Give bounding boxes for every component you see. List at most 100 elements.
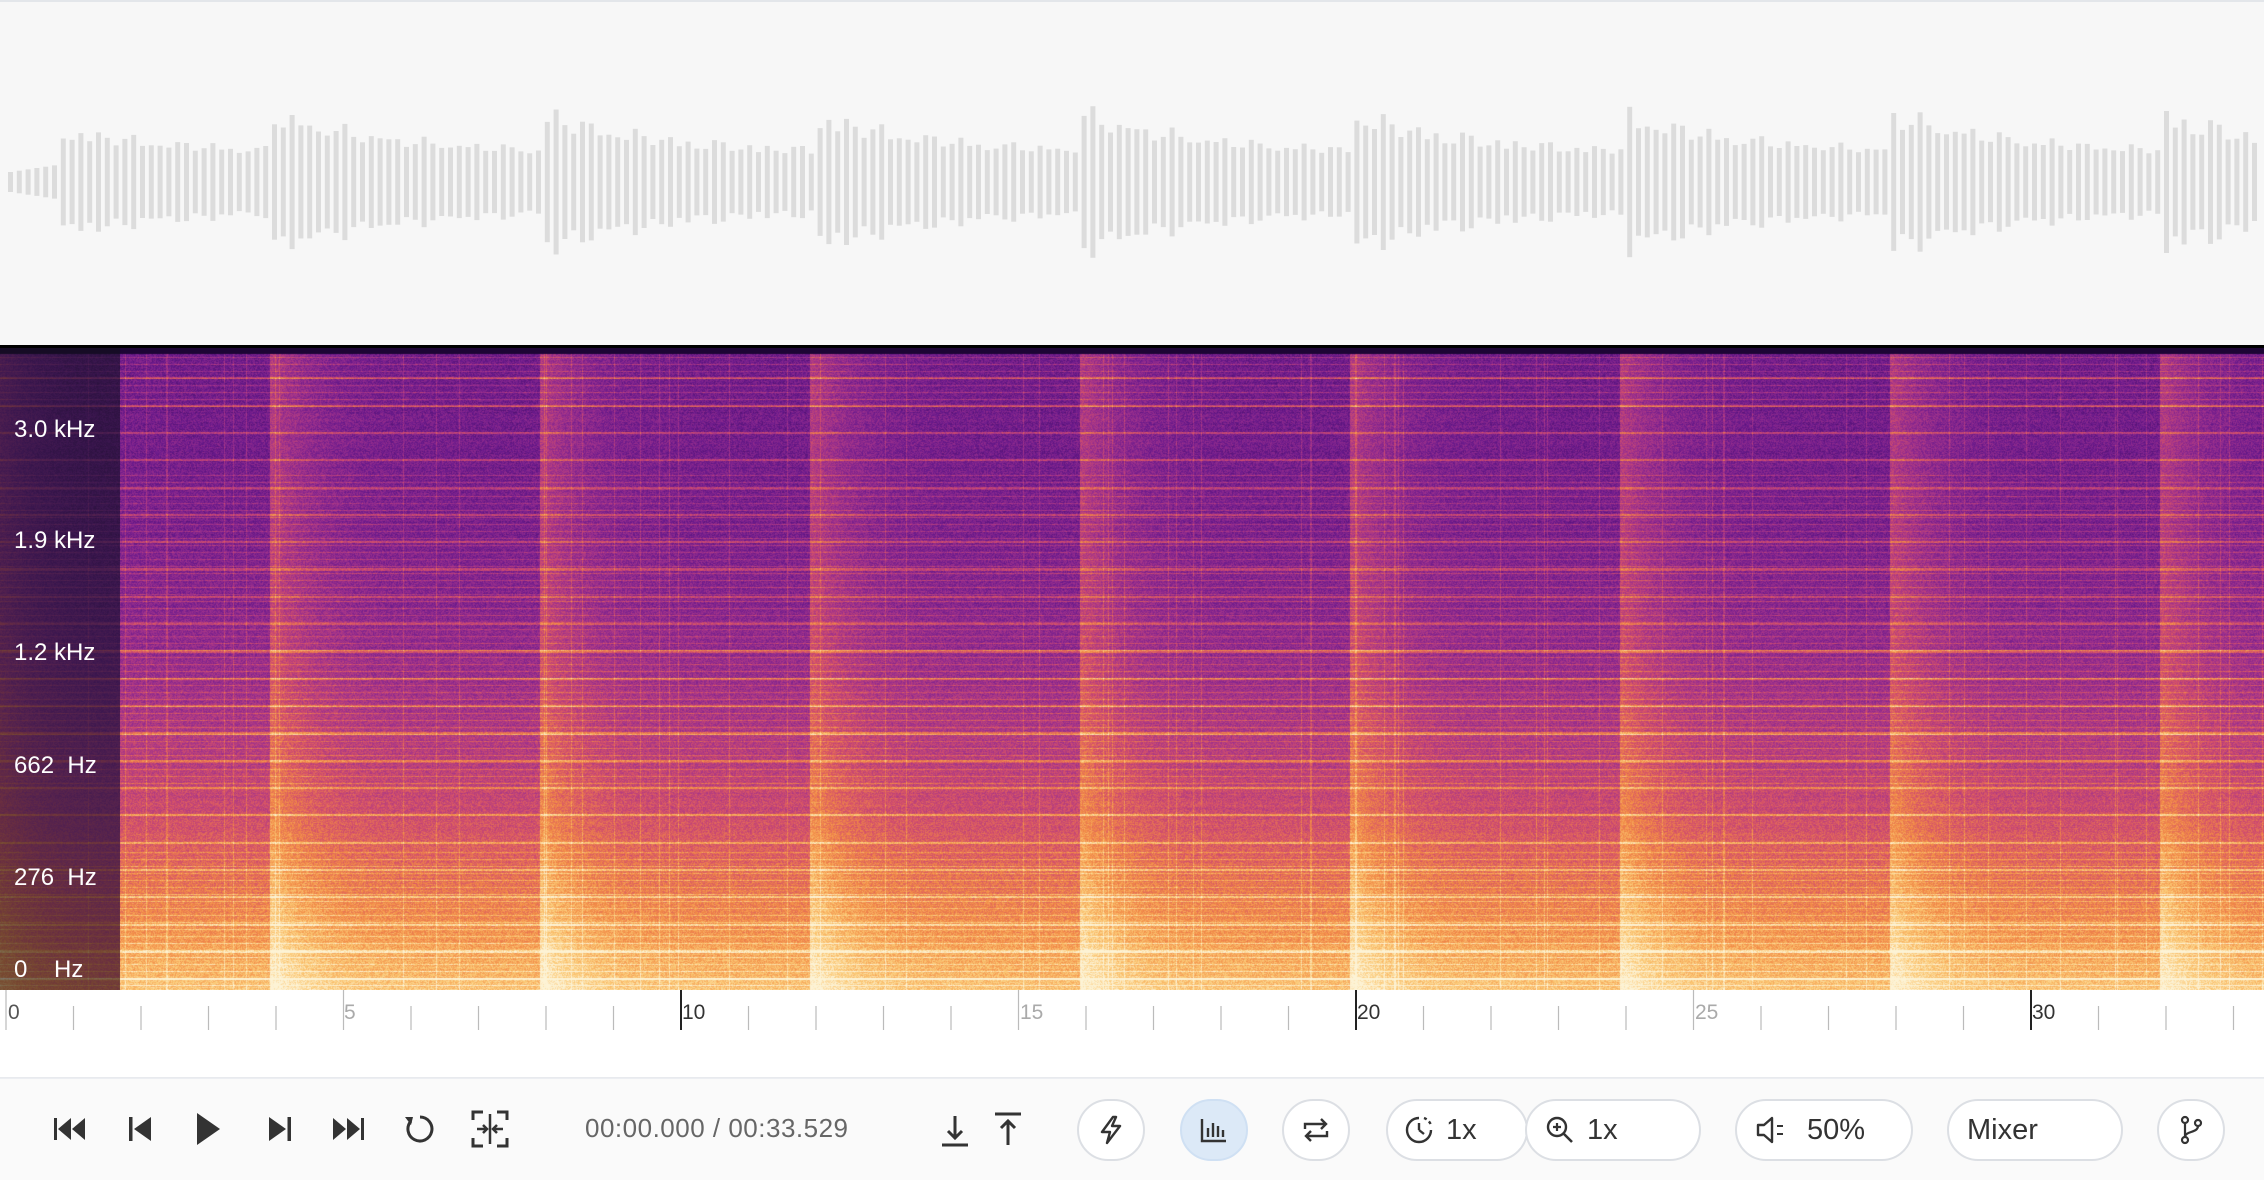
waveform-bar xyxy=(1803,145,1809,219)
waveform-bar xyxy=(1011,142,1017,222)
waveform-bar xyxy=(861,137,867,227)
waveform-bar xyxy=(1750,138,1756,226)
git-branch-icon xyxy=(2180,1115,2203,1145)
waveform-bar xyxy=(984,150,990,214)
waveform-bar xyxy=(1662,133,1668,231)
waveform-bar xyxy=(1319,152,1325,212)
waveform-bar xyxy=(104,137,110,227)
waveform-bar xyxy=(1706,128,1712,236)
loop-button[interactable] xyxy=(398,1107,442,1151)
waveform-bar xyxy=(1618,149,1624,215)
freq-label-662: 662 Hz xyxy=(14,752,97,779)
waveform-bar xyxy=(2208,120,2213,244)
waveform-bar xyxy=(1442,143,1448,221)
skip-to-end-button[interactable] xyxy=(326,1109,370,1149)
waveform-bar xyxy=(571,133,577,231)
download-button[interactable] xyxy=(935,1109,975,1153)
waveform-bar xyxy=(2155,150,2161,214)
previous-icon xyxy=(129,1117,151,1141)
waveform-bar xyxy=(166,147,172,217)
waveform-bar xyxy=(1847,149,1853,215)
spectrogram-toggle-button[interactable] xyxy=(1180,1099,1248,1161)
next-button[interactable] xyxy=(260,1109,300,1149)
waveform-panel[interactable] xyxy=(0,0,2264,345)
waveform-bar xyxy=(676,146,682,218)
waveform-bar xyxy=(1099,124,1105,240)
waveform-bar xyxy=(1143,129,1149,235)
waveform-bar xyxy=(1275,150,1281,214)
skip-to-start-icon xyxy=(54,1118,85,1140)
timeline-ruler[interactable]: 0 5 10 15 20 25 30 xyxy=(0,990,2264,1078)
play-button[interactable] xyxy=(188,1105,228,1153)
waveform-bar xyxy=(1486,145,1492,219)
waveform-bar xyxy=(386,139,392,225)
skip-to-start-button[interactable] xyxy=(48,1109,92,1149)
waveform-bar xyxy=(738,149,744,215)
waveform-bar xyxy=(1776,148,1782,216)
waveform-bar xyxy=(1213,142,1219,222)
branch-button[interactable] xyxy=(2157,1099,2225,1161)
waveform-bar xyxy=(1856,152,1861,212)
waveform-bar xyxy=(236,152,242,212)
waveform-bar xyxy=(800,146,805,219)
waveform-bar xyxy=(1468,135,1474,229)
waveform-bar xyxy=(324,135,330,229)
waveform-bar xyxy=(1838,142,1844,222)
waveform-bar xyxy=(773,150,779,214)
download-icon xyxy=(942,1116,968,1147)
fit-to-view-button[interactable] xyxy=(468,1107,512,1151)
flash-button[interactable] xyxy=(1077,1099,1145,1161)
waveform-bar xyxy=(1125,128,1131,236)
waveform-bar xyxy=(1548,142,1553,222)
waveform-bar xyxy=(500,144,506,220)
waveform-bar xyxy=(1002,144,1008,220)
waveform-bar xyxy=(2111,150,2117,214)
waveform-bar xyxy=(958,137,964,227)
repeat-button[interactable] xyxy=(1282,1099,1350,1161)
waveform-bar xyxy=(2181,119,2187,245)
waveform-bar xyxy=(1644,126,1650,238)
waveform-bar xyxy=(1187,142,1193,222)
waveform-bar xyxy=(465,147,471,217)
waveform-bar xyxy=(976,144,981,220)
waveform-bar xyxy=(1926,125,1932,239)
waveform-bar xyxy=(1451,143,1457,221)
waveform-bar xyxy=(16,170,22,194)
waveform-bar xyxy=(1028,151,1034,213)
waveform-bar xyxy=(2164,111,2169,253)
waveform-bar xyxy=(69,139,75,225)
spectrogram-canvas[interactable] xyxy=(0,348,2264,990)
bar-chart-icon xyxy=(1200,1119,1226,1143)
waveform-bar xyxy=(333,131,339,233)
waveform-bar xyxy=(412,144,418,220)
waveform-graphic[interactable] xyxy=(0,2,2264,345)
waveform-bar xyxy=(1372,129,1377,235)
waveform-bar xyxy=(1944,134,1949,230)
playback-speed-select[interactable]: 1x xyxy=(1386,1099,1528,1161)
waveform-bar xyxy=(228,148,233,216)
waveform-bar xyxy=(712,140,717,224)
waveform-bar xyxy=(298,125,304,239)
spectrogram-panel[interactable]: 3.0 kHz 1.9 kHz 1.2 kHz 662 Hz 276 Hz 0 … xyxy=(0,345,2264,990)
waveform-bar xyxy=(1363,125,1369,239)
waveform-bar xyxy=(254,147,260,217)
waveform-bar xyxy=(588,123,594,241)
waveform-bar xyxy=(1979,140,1985,224)
upload-icon xyxy=(995,1112,1021,1145)
waveform-bar xyxy=(835,131,841,233)
waveform-bar xyxy=(1768,146,1773,218)
volume-control[interactable]: 50% xyxy=(1735,1099,1913,1161)
waveform-bar xyxy=(650,145,656,219)
waveform-bar xyxy=(1785,141,1791,223)
waveform-bar xyxy=(1970,128,1976,236)
waveform-bar xyxy=(201,148,207,216)
waveform-bar xyxy=(1741,143,1747,220)
upload-button[interactable] xyxy=(988,1107,1028,1151)
waveform-bar xyxy=(2146,153,2152,211)
zoom-select[interactable]: 1x xyxy=(1525,1099,1701,1161)
waveform-bar xyxy=(360,142,365,222)
mixer-select[interactable]: Mixer xyxy=(1947,1099,2123,1161)
waveform-bar xyxy=(175,142,181,222)
previous-button[interactable] xyxy=(120,1109,160,1149)
timeline-label-20: 20 xyxy=(1357,1001,1380,1024)
